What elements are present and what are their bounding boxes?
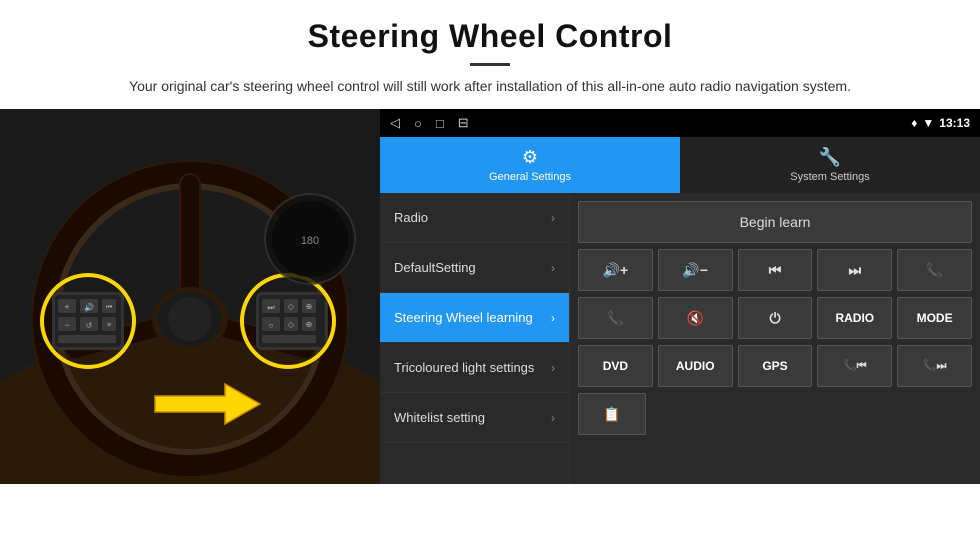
list-icon: 📋 bbox=[603, 406, 620, 423]
recents-icon[interactable]: □ bbox=[436, 116, 444, 131]
radio-label: RADIO bbox=[835, 311, 874, 325]
main-content: + 🔊 ⏮ − ↺ ≡ ⏭ ◇ ⊕ ○ ◇ bbox=[0, 109, 980, 484]
menu-default-label: DefaultSetting bbox=[394, 260, 551, 275]
begin-learn-row: Begin learn bbox=[578, 201, 972, 243]
svg-text:🔊: 🔊 bbox=[84, 302, 94, 312]
nav-controls: ◁ ○ □ ⊟ bbox=[390, 115, 469, 131]
tab-system-label: System Settings bbox=[790, 171, 869, 183]
vol-up-icon: 🔊+ bbox=[603, 262, 629, 279]
chevron-icon: › bbox=[551, 211, 555, 225]
phone-next-icon: 📞⏭ bbox=[923, 359, 947, 373]
svg-text:◇: ◇ bbox=[288, 302, 295, 311]
audio-label: AUDIO bbox=[676, 359, 715, 373]
power-icon: ⏻ bbox=[769, 310, 780, 327]
mode-label: MODE bbox=[917, 311, 953, 325]
back-icon[interactable]: ◁ bbox=[390, 115, 400, 131]
menu-radio-label: Radio bbox=[394, 210, 551, 225]
location-icon: ♦ bbox=[911, 116, 917, 130]
menu-whitelist-label: Whitelist setting bbox=[394, 410, 551, 425]
settings-tabs: ⚙ General Settings 🔧 System Settings bbox=[380, 137, 980, 193]
menu-item-default[interactable]: DefaultSetting › bbox=[380, 243, 569, 293]
phone-answer-button[interactable]: 📞 bbox=[897, 249, 972, 291]
divider bbox=[470, 63, 510, 66]
menu-steering-label: Steering Wheel learning bbox=[394, 310, 551, 325]
svg-text:◇: ◇ bbox=[288, 320, 295, 329]
phone-prev-icon: 📞⏮ bbox=[843, 359, 867, 373]
chevron-icon: › bbox=[551, 311, 555, 325]
audio-button[interactable]: AUDIO bbox=[658, 345, 733, 387]
phone-next-button[interactable]: 📞⏭ bbox=[897, 345, 972, 387]
radio-button[interactable]: RADIO bbox=[817, 297, 892, 339]
mode-button[interactable]: MODE bbox=[897, 297, 972, 339]
menu-item-radio[interactable]: Radio › bbox=[380, 193, 569, 243]
home-icon[interactable]: ○ bbox=[414, 116, 422, 131]
svg-text:○: ○ bbox=[269, 321, 274, 330]
system-icon: 🔧 bbox=[819, 147, 841, 168]
prev-icon: ⏮ bbox=[769, 262, 782, 279]
chevron-icon: › bbox=[551, 261, 555, 275]
control-row-1: 🔊+ 🔊− ⏮ ⏭ 📞 bbox=[578, 249, 972, 291]
tab-general-label: General Settings bbox=[489, 171, 571, 183]
unit-content: Radio › DefaultSetting › Steering Wheel … bbox=[380, 193, 980, 484]
extra-button[interactable]: 📋 bbox=[578, 393, 646, 435]
dvd-label: DVD bbox=[603, 359, 628, 373]
svg-text:⊕: ⊕ bbox=[306, 320, 313, 329]
gps-label: GPS bbox=[762, 359, 787, 373]
status-bar: ◁ ○ □ ⊟ ♦ ▼ 13:13 bbox=[380, 109, 980, 137]
control-panel: Begin learn 🔊+ 🔊− ⏮ ⏭ bbox=[570, 193, 980, 484]
menu-icon[interactable]: ⊟ bbox=[458, 115, 469, 131]
menu-item-steering[interactable]: Steering Wheel learning › bbox=[380, 293, 569, 343]
svg-text:+: + bbox=[64, 302, 69, 312]
vol-down-button[interactable]: 🔊− bbox=[658, 249, 733, 291]
mute-icon: 🔇 bbox=[686, 310, 703, 327]
power-button[interactable]: ⏻ bbox=[738, 297, 813, 339]
chevron-icon: › bbox=[551, 361, 555, 375]
menu-item-whitelist[interactable]: Whitelist setting › bbox=[380, 393, 569, 443]
svg-text:180: 180 bbox=[301, 235, 319, 247]
tab-general[interactable]: ⚙ General Settings bbox=[380, 137, 680, 193]
control-row-2: 📞 🔇 ⏻ RADIO MODE bbox=[578, 297, 972, 339]
phone-hang-icon: 📞 bbox=[607, 310, 624, 327]
prev-track-button[interactable]: ⏮ bbox=[738, 249, 813, 291]
header: Steering Wheel Control Your original car… bbox=[0, 0, 980, 109]
svg-text:↺: ↺ bbox=[86, 321, 93, 330]
chevron-icon: › bbox=[551, 411, 555, 425]
signal-icon: ▼ bbox=[922, 116, 934, 130]
gear-icon: ⚙ bbox=[522, 147, 538, 168]
mute-button[interactable]: 🔇 bbox=[658, 297, 733, 339]
svg-text:⊕: ⊕ bbox=[306, 302, 313, 311]
menu-tricolour-label: Tricoloured light settings bbox=[394, 360, 551, 375]
gps-button[interactable]: GPS bbox=[738, 345, 813, 387]
svg-text:⏮: ⏮ bbox=[106, 304, 112, 311]
dvd-button[interactable]: DVD bbox=[578, 345, 653, 387]
next-track-button[interactable]: ⏭ bbox=[817, 249, 892, 291]
status-indicators: ♦ ▼ 13:13 bbox=[911, 116, 970, 130]
control-row-4: 📋 bbox=[578, 393, 972, 435]
phone-icon: 📞 bbox=[926, 262, 943, 279]
next-icon: ⏭ bbox=[848, 262, 861, 279]
control-row-3: DVD AUDIO GPS 📞⏮ 📞⏭ bbox=[578, 345, 972, 387]
menu-item-tricolour[interactable]: Tricoloured light settings › bbox=[380, 343, 569, 393]
steering-wheel-image: + 🔊 ⏮ − ↺ ≡ ⏭ ◇ ⊕ ○ ◇ bbox=[0, 109, 380, 484]
vol-down-icon: 🔊− bbox=[682, 262, 708, 279]
phone-hang-button[interactable]: 📞 bbox=[578, 297, 653, 339]
svg-text:−: − bbox=[64, 320, 69, 330]
svg-text:≡: ≡ bbox=[107, 322, 111, 329]
phone-prev-button[interactable]: 📞⏮ bbox=[817, 345, 892, 387]
begin-learn-button[interactable]: Begin learn bbox=[578, 201, 972, 243]
time-display: 13:13 bbox=[939, 116, 970, 130]
page-description: Your original car's steering wheel contr… bbox=[60, 76, 920, 97]
vol-up-button[interactable]: 🔊+ bbox=[578, 249, 653, 291]
head-unit: ◁ ○ □ ⊟ ♦ ▼ 13:13 ⚙ General Settings 🔧 S… bbox=[380, 109, 980, 484]
page-title: Steering Wheel Control bbox=[60, 18, 920, 55]
svg-text:⏭: ⏭ bbox=[267, 303, 274, 312]
tab-system[interactable]: 🔧 System Settings bbox=[680, 137, 980, 193]
settings-menu: Radio › DefaultSetting › Steering Wheel … bbox=[380, 193, 570, 484]
